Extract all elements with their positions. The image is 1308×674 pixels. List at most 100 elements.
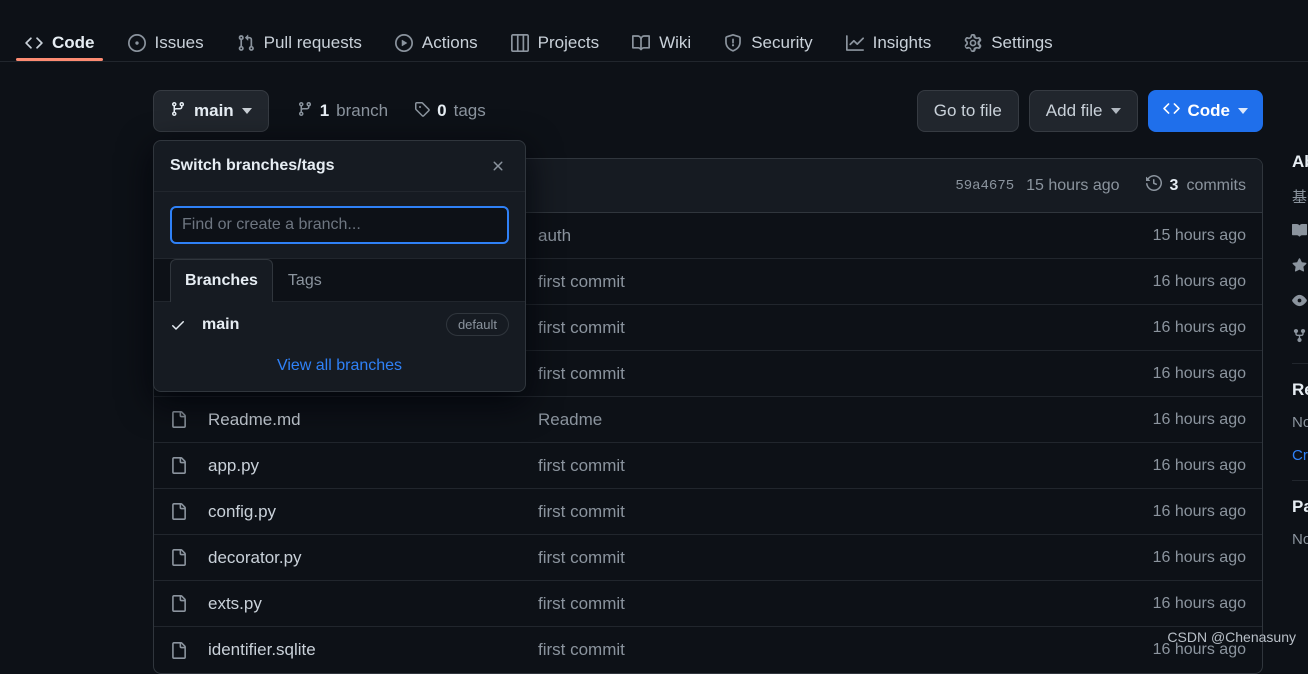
table-icon [510,33,530,53]
tab-wiki[interactable]: Wiki [615,0,707,61]
branch-toolbar: main 1 branch 0 tags [153,90,1263,136]
refs-meta: 1 branch 0 tags [297,101,486,122]
packages-empty-text: No packages published [1292,531,1308,548]
tab-issues-label: Issues [155,18,204,51]
tab-actions[interactable]: Actions [378,0,494,61]
play-icon [394,33,414,53]
file-commit-message[interactable]: first commit [538,364,1153,384]
sidebar-divider [1292,363,1308,364]
branch-select-label: main [194,101,234,121]
file-icon [170,549,192,566]
file-icon [170,595,192,612]
gear-icon [963,33,983,53]
tab-projects[interactable]: Projects [494,0,615,61]
code-icon [24,33,44,53]
file-commit-message[interactable]: first commit [538,594,1153,614]
go-to-file-label: Go to file [934,101,1002,121]
tab-branches[interactable]: Branches [170,259,273,302]
code-download-button[interactable]: Code [1148,90,1264,132]
file-commit-message[interactable]: first commit [538,502,1153,522]
tab-tags[interactable]: Tags [273,259,337,302]
table-row[interactable]: decorator.py first commit 16 hours ago [154,535,1262,581]
tab-code[interactable]: Code [8,0,111,61]
file-relative-time: 16 hours ago [1153,273,1246,291]
add-file-button[interactable]: Add file [1029,90,1138,132]
tab-pull-requests[interactable]: Pull requests [220,0,378,61]
tab-pull-requests-label: Pull requests [264,18,362,51]
sidebar-divider [1292,480,1308,481]
file-commit-message[interactable]: Readme [538,410,1153,430]
file-commit-message[interactable]: first commit [538,640,1153,660]
history-icon [1146,175,1162,196]
tag-count-label: tags [454,101,486,121]
git-pull-request-icon [236,33,256,53]
code-icon [1163,100,1180,122]
file-commit-message[interactable]: first commit [538,456,1153,476]
readme-link[interactable]: README [1292,223,1308,242]
git-branch-icon [170,101,186,122]
tab-insights-label: Insights [873,18,932,51]
file-commit-message[interactable]: auth [538,226,1153,246]
tab-security[interactable]: Security [707,0,828,61]
tab-actions-label: Actions [422,18,478,51]
repo-nav: Code Issues Pull requests Actions Projec [0,0,1308,62]
file-name[interactable]: app.py [208,456,538,476]
file-relative-time: 16 hours ago [1153,549,1246,567]
watchers-link[interactable]: 1 watching [1292,293,1308,312]
create-release-link[interactable]: Create a new release [1292,447,1308,464]
default-badge: default [446,313,509,336]
branch-dropdown-tabs: Branches Tags [154,259,525,302]
table-row[interactable]: identifier.sqlite first commit 16 hours … [154,627,1262,673]
branch-count-label: branch [336,101,388,121]
releases-empty-text: No releases published [1292,414,1308,431]
file-relative-time: 15 hours ago [1153,227,1246,245]
commit-sha[interactable]: 59a4675 [955,178,1014,194]
branch-count-link[interactable]: 1 branch [297,101,388,122]
chevron-down-icon [1111,108,1121,114]
commit-count-value: 3 [1170,177,1179,195]
tab-settings[interactable]: Settings [947,0,1068,61]
branch-search-wrap [154,192,525,259]
commit-relative-time: 15 hours ago [1026,177,1119,195]
eye-icon [1292,293,1307,312]
tag-count-link[interactable]: 0 tags [414,101,486,122]
graph-icon [845,33,865,53]
file-name[interactable]: exts.py [208,594,538,614]
tab-security-label: Security [751,18,812,51]
file-name[interactable]: Readme.md [208,410,538,430]
tab-insights[interactable]: Insights [829,0,948,61]
file-commit-message[interactable]: first commit [538,272,1153,292]
file-relative-time: 16 hours ago [1153,595,1246,613]
chevron-down-icon [1238,108,1248,114]
commit-history-link[interactable]: 3 commits [1146,175,1246,196]
commit-count-label: commits [1186,177,1246,195]
go-to-file-button[interactable]: Go to file [917,90,1019,132]
file-name[interactable]: identifier.sqlite [208,640,538,660]
table-row[interactable]: config.py first commit 16 hours ago [154,489,1262,535]
file-relative-time: 16 hours ago [1153,365,1246,383]
file-icon [170,411,192,428]
table-row[interactable]: exts.py first commit 16 hours ago [154,581,1262,627]
git-branch-icon [297,101,313,122]
forks-link[interactable]: 0 forks [1292,328,1308,347]
file-commit-message[interactable]: first commit [538,318,1153,338]
repo-forked-icon [1292,328,1307,347]
tag-icon [414,101,430,122]
close-icon[interactable] [487,155,509,177]
table-row[interactable]: app.py first commit 16 hours ago [154,443,1262,489]
file-name[interactable]: decorator.py [208,548,538,568]
branch-list-item[interactable]: main default [154,302,525,347]
file-relative-time: 16 hours ago [1153,411,1246,429]
issue-opened-icon [127,33,147,53]
stars-link[interactable]: 0 stars [1292,258,1308,277]
branch-search-input[interactable] [170,206,509,244]
tab-settings-label: Settings [991,18,1052,51]
branch-count-value: 1 [320,101,329,121]
branch-select-button[interactable]: main [153,90,269,132]
file-commit-message[interactable]: first commit [538,548,1153,568]
tab-issues[interactable]: Issues [111,0,220,61]
file-relative-time: 16 hours ago [1153,503,1246,521]
table-row[interactable]: Readme.md Readme 16 hours ago [154,397,1262,443]
file-name[interactable]: config.py [208,502,538,522]
view-all-branches-link[interactable]: View all branches [154,347,525,391]
